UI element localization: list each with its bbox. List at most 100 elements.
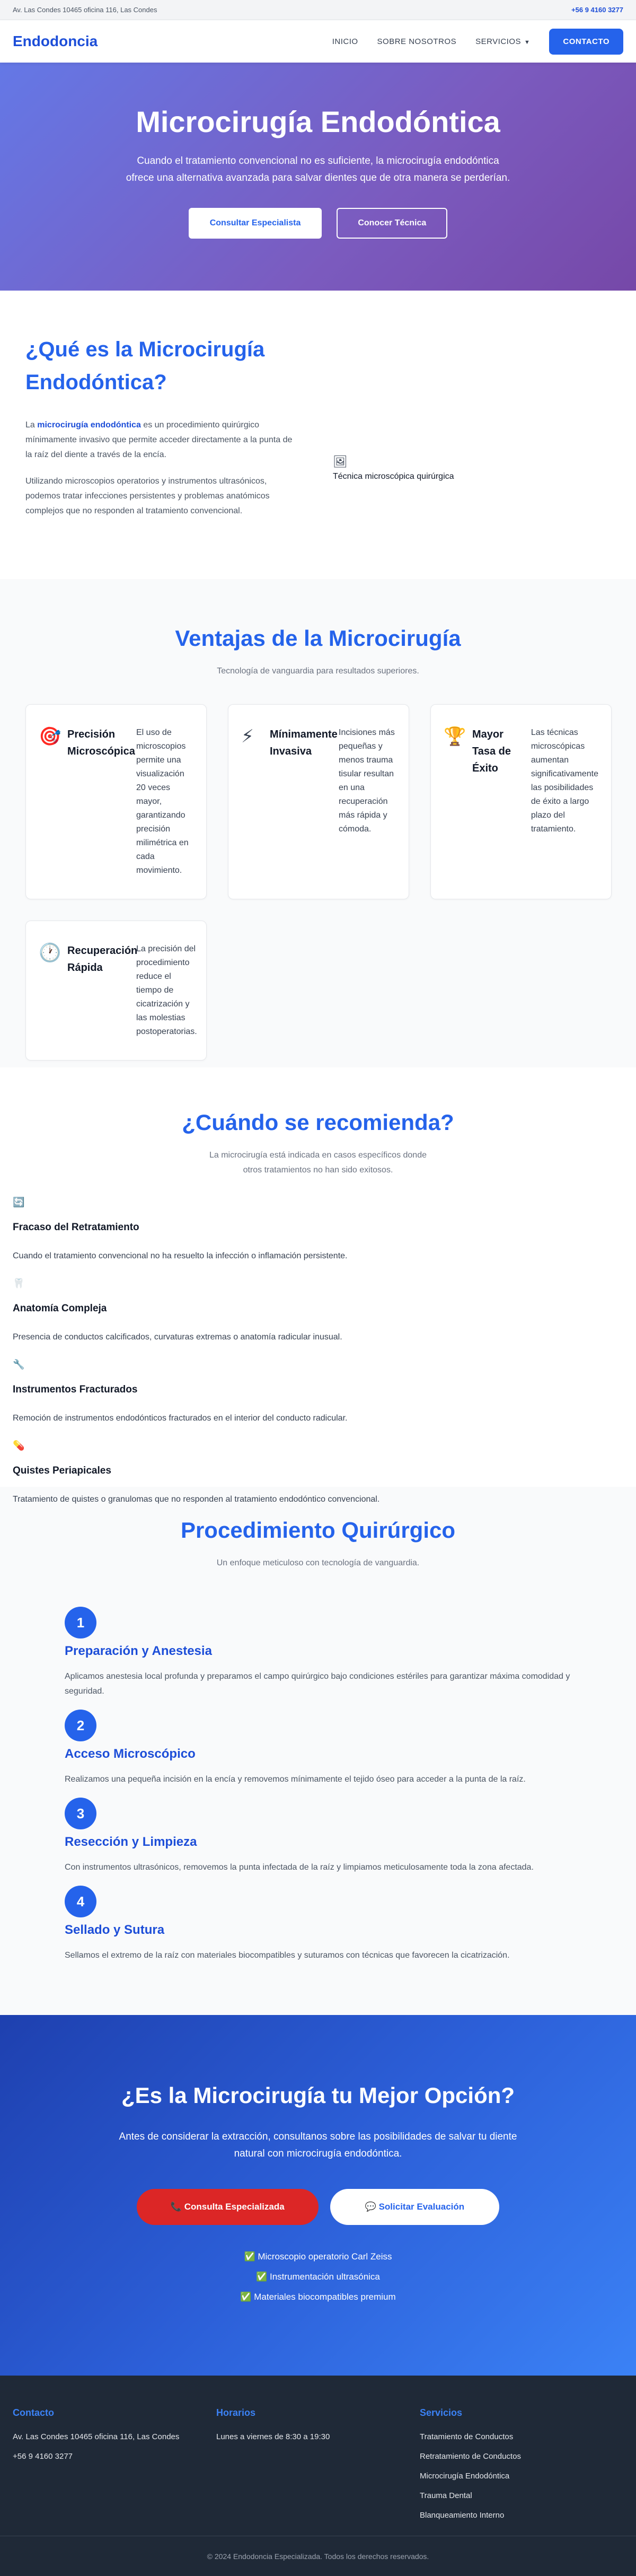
footer-service-link[interactable]: Retratamiento de Conductos: [420, 2452, 623, 2461]
procedure-step: 2 Acceso Microscópico Realizamos una peq…: [65, 1710, 571, 1787]
nav-inicio[interactable]: INICIO: [332, 37, 358, 46]
advantage-card-title: Recuperación Rápida: [67, 945, 138, 974]
footer-service-link[interactable]: Tratamiento de Conductos: [420, 2432, 623, 2441]
footer-contact-title: Contacto: [13, 2407, 54, 2418]
what-is-paragraph-1: La microcirugía endodóntica es un proced…: [25, 418, 301, 462]
lightning-icon: ⚡: [241, 726, 254, 747]
step-title: Resección y Limpieza: [65, 1835, 197, 1849]
consult-specialist-button[interactable]: Consultar Especialista: [188, 207, 322, 239]
advantage-card: 🎯 Precisión Microscópica El uso de micro…: [25, 704, 207, 899]
advantage-card-text: Incisiones más pequeñas y menos trauma t…: [339, 728, 395, 834]
advantage-card-text: Las técnicas microscópicas aumentan sign…: [531, 728, 598, 834]
what-p1-pre: La: [25, 420, 38, 430]
step-title: Preparación y Anestesia: [65, 1644, 212, 1658]
top-bar: Av. Las Condes 10465 oficina 116, Las Co…: [0, 0, 636, 20]
nav-servicios[interactable]: SERVICIOS ▼: [475, 37, 530, 46]
advantage-card-text: La precisión del procedimiento reduce el…: [136, 944, 197, 1036]
step-text: Realizamos una pequeña incisión en la en…: [65, 1775, 526, 1784]
advantage-card-title: Precisión Microscópica: [67, 729, 135, 757]
topbar-address: Av. Las Condes 10465 oficina 116, Las Co…: [13, 6, 157, 14]
footer-service-link[interactable]: Blanqueamiento Interno: [420, 2511, 623, 2520]
procedure-subtitle: Un enfoque meticuloso con tecnología de …: [216, 1558, 420, 1567]
procedure-section: Procedimiento Quirúrgico Un enfoque meti…: [0, 1487, 636, 2015]
step-text: Sellamos el extremo de la raíz con mater…: [65, 1951, 510, 1960]
footer-copyright: © 2024 Endodoncia Especializada. Todos l…: [0, 2536, 636, 2576]
cta-checklist: ✅ Microscopio operatorio Carl Zeiss ✅ In…: [0, 2251, 636, 2302]
footer-service-link[interactable]: Microcirugía Endodóntica: [420, 2472, 623, 2481]
step-number-badge: 1: [65, 1607, 96, 1639]
checklist-item: ✅ Materiales biocompatibles premium: [240, 2292, 396, 2302]
broken-image-icon: 🖼: [333, 455, 348, 468]
trophy-icon: 🏆: [444, 726, 466, 747]
indication-title: Fracaso del Retratamiento: [13, 1222, 139, 1233]
procedure-step: 4 Sellado y Sutura Sellamos el extremo d…: [65, 1886, 571, 1963]
step-text: Con instrumentos ultrasónicos, removemos…: [65, 1863, 534, 1872]
site-logo[interactable]: Endodoncia: [13, 33, 98, 50]
learn-technique-button[interactable]: Conocer Técnica: [337, 207, 448, 239]
main-nav: INICIO SOBRE NOSOTROS SERVICIOS ▼ CONTACT…: [332, 28, 623, 55]
indication-text: Cuando el tratamiento convencional no ha…: [13, 1251, 348, 1260]
advantage-card-title: Mínimamente Invasiva: [270, 729, 338, 757]
tooth-icon: 🦷: [13, 1278, 25, 1289]
indication-text: Remoción de instrumentos endodónticos fr…: [13, 1414, 348, 1423]
what-is-title: ¿Qué es la Microcirugía Endodóntica?: [25, 338, 265, 394]
advantage-card-text: El uso de microscopios permite una visua…: [136, 728, 189, 875]
step-number-badge: 2: [65, 1710, 96, 1741]
nav-servicios-label: SERVICIOS: [475, 37, 521, 46]
footer-address: Av. Las Condes 10465 oficina 116, Las Co…: [13, 2432, 180, 2441]
indication-item: 🔧 Instrumentos Fracturados Remoción de i…: [13, 1359, 623, 1423]
footer-contact: Contacto Av. Las Condes 10465 oficina 11…: [13, 2407, 216, 2530]
procedure-step: 1 Preparación y Anestesia Aplicamos anes…: [65, 1607, 571, 1699]
hero-buttons: Consultar Especialista Conocer Técnica: [188, 207, 448, 239]
specialized-consult-button[interactable]: 📞 Consulta Especializada: [136, 2189, 319, 2225]
topbar-phone-link[interactable]: +56 9 4160 3277: [571, 6, 623, 14]
cta-buttons: 📞 Consulta Especializada 💬 Solicitar Eva…: [0, 2189, 636, 2225]
nav-sobre-nosotros[interactable]: SOBRE NOSOTROS: [377, 37, 457, 46]
request-evaluation-button[interactable]: 💬 Solicitar Evaluación: [330, 2189, 500, 2225]
advantage-card: 🏆 Mayor Tasa de Éxito Las técnicas micro…: [430, 704, 612, 899]
indication-text: Presencia de conductos calcificados, cur…: [13, 1333, 342, 1342]
step-number-badge: 3: [65, 1798, 96, 1829]
procedure-title: Procedimiento Quirúrgico: [180, 1518, 456, 1543]
when-recommended-section: ¿Cuándo se recomienda? La microcirugía e…: [0, 1067, 636, 1504]
target-icon: 🎯: [39, 726, 61, 747]
procedure-steps: 1 Preparación y Anestesia Aplicamos anes…: [0, 1571, 636, 1963]
step-number-badge: 4: [65, 1886, 96, 1917]
footer-hours: Horarios Lunes a viernes de 8:30 a 19:30: [216, 2407, 420, 2530]
footer-hours-text: Lunes a viernes de 8:30 a 19:30: [216, 2432, 330, 2441]
footer-columns: Contacto Av. Las Condes 10465 oficina 11…: [0, 2376, 636, 2530]
advantage-card-title: Mayor Tasa de Éxito: [472, 729, 511, 774]
cta-text: Antes de considerar la extracción, consu…: [119, 2131, 517, 2159]
when-subtitle: La microcirugía está indicada en casos e…: [209, 1151, 427, 1175]
step-text: Aplicamos anestesia local profunda y pre…: [65, 1672, 570, 1696]
indication-item: 🔄 Fracaso del Retratamiento Cuando el tr…: [13, 1197, 623, 1261]
pill-icon: 💊: [13, 1440, 25, 1451]
what-p1-highlight: microcirugía endodóntica: [37, 420, 141, 430]
wrench-icon: 🔧: [13, 1359, 25, 1370]
footer-services-title: Servicios: [420, 2407, 463, 2418]
when-title: ¿Cuándo se recomienda?: [182, 1110, 454, 1135]
advantage-card: 🕐 Recuperación Rápida La precisión del p…: [25, 921, 207, 1061]
hero-title: Microcirugía Endodóntica: [136, 104, 500, 138]
chevron-down-icon: ▼: [524, 39, 531, 46]
footer-phone-link[interactable]: +56 9 4160 3277: [13, 2452, 216, 2461]
contact-button[interactable]: CONTACTO: [549, 28, 623, 55]
site-footer: Contacto Av. Las Condes 10465 oficina 11…: [0, 2376, 636, 2576]
hero-section: Microcirugía Endodóntica Cuando el trata…: [0, 63, 636, 291]
advantage-card: ⚡ Mínimamente Invasiva Incisiones más pe…: [228, 704, 409, 899]
what-is-image: 🖼 Técnica microscópica quirúrgica: [333, 333, 454, 579]
indication-item: 🦷 Anatomía Compleja Presencia de conduct…: [13, 1278, 623, 1342]
what-is-text: ¿Qué es la Microcirugía Endodóntica? La …: [25, 333, 301, 579]
advantages-section: Ventajas de la Microcirugía Tecnología d…: [0, 579, 636, 1067]
footer-hours-title: Horarios: [216, 2407, 256, 2418]
cta-title: ¿Es la Microcirugía tu Mejor Opción?: [121, 2083, 515, 2108]
step-title: Acceso Microscópico: [65, 1747, 196, 1761]
what-is-section: ¿Qué es la Microcirugía Endodóntica? La …: [0, 291, 636, 579]
advantages-title: Ventajas de la Microcirugía: [175, 626, 461, 651]
site-header: Endodoncia INICIO SOBRE NOSOTROS SERVICI…: [0, 20, 636, 63]
checklist-item: ✅ Microscopio operatorio Carl Zeiss: [244, 2251, 392, 2262]
checklist-item: ✅ Instrumentación ultrasónica: [256, 2272, 380, 2282]
footer-services: Servicios Tratamiento de Conductos Retra…: [420, 2407, 623, 2530]
footer-service-link[interactable]: Trauma Dental: [420, 2491, 623, 2500]
clock-icon: 🕐: [39, 943, 61, 963]
